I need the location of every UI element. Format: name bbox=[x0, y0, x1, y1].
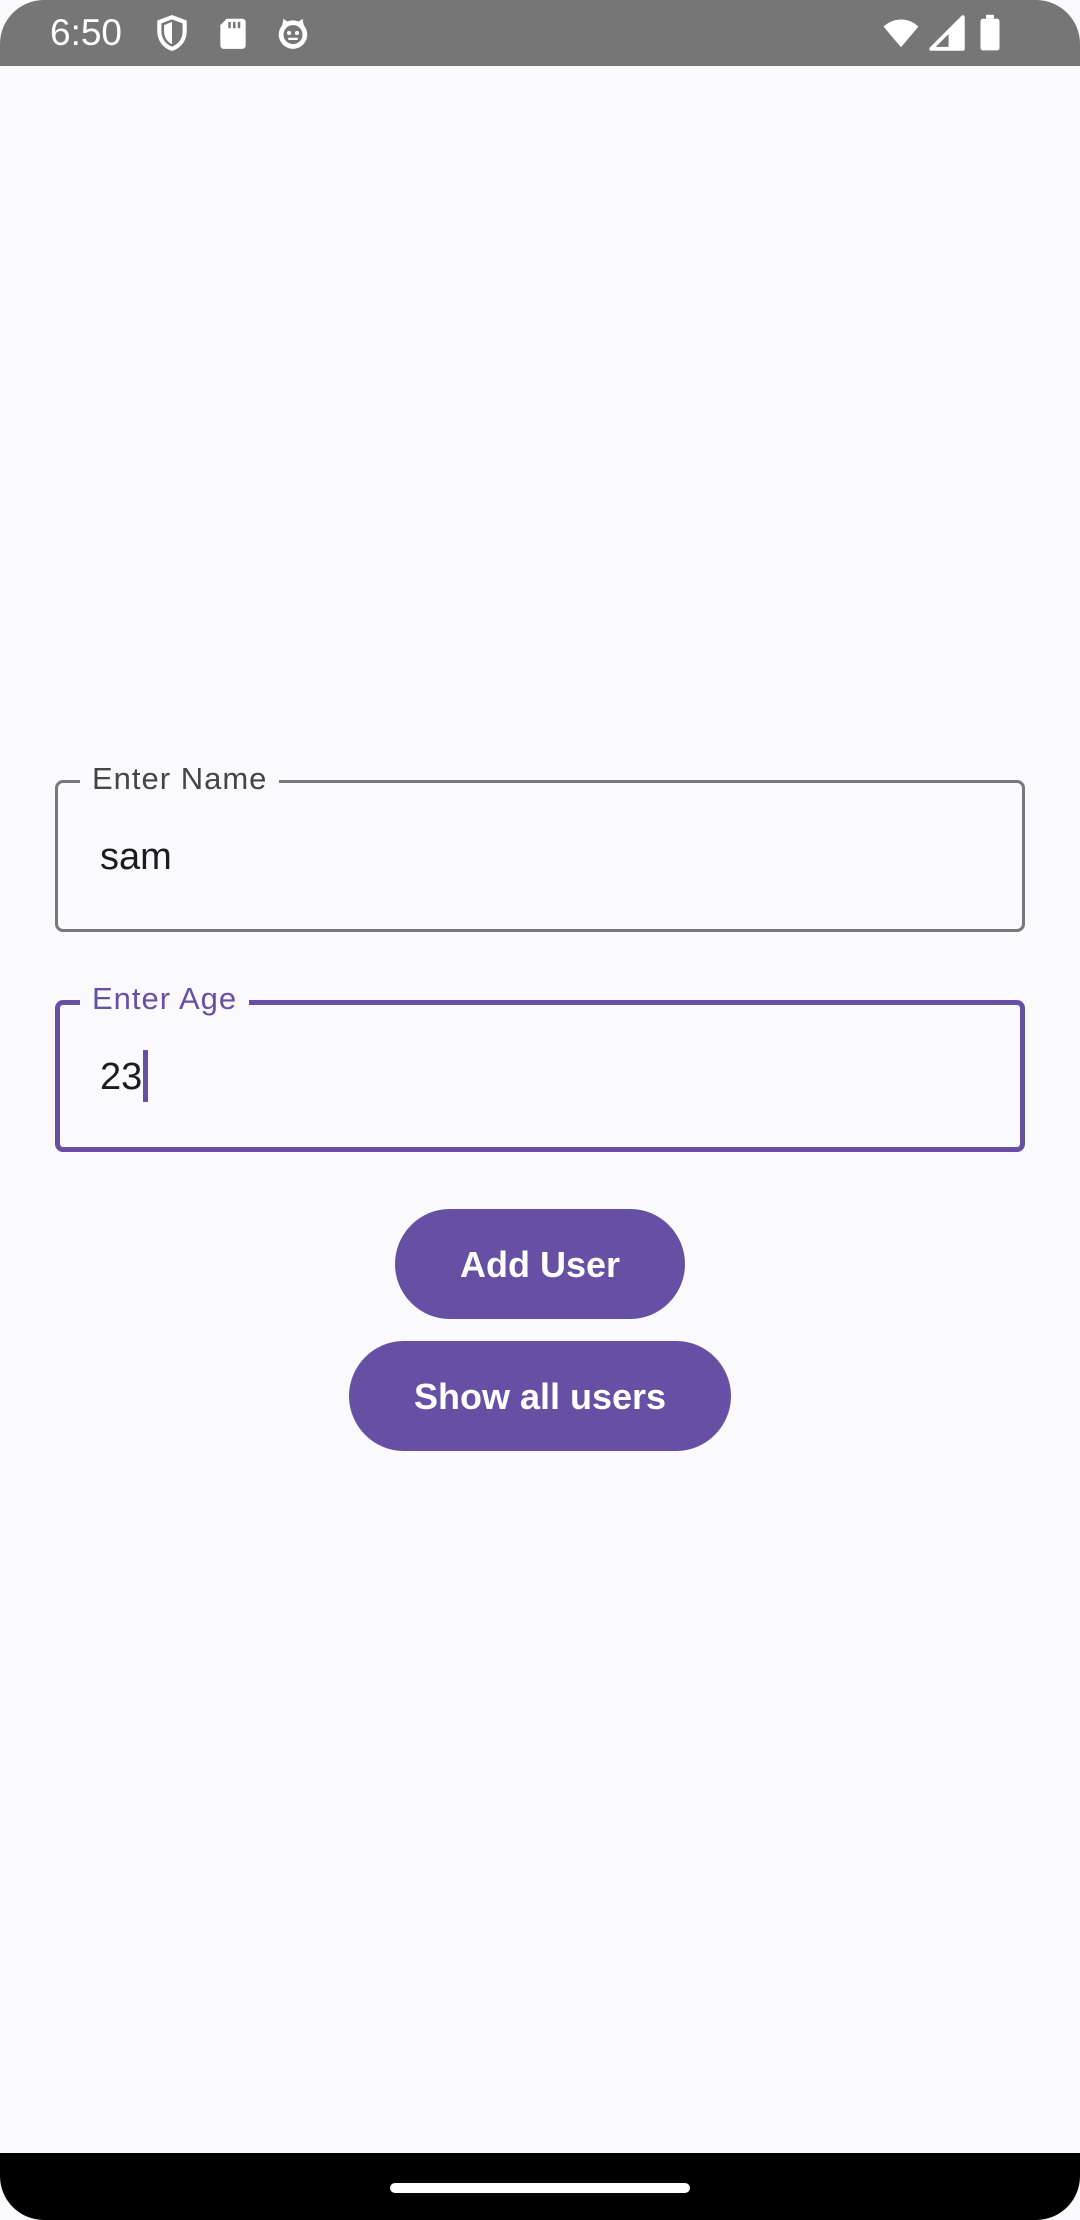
age-field-value-wrap: 23 bbox=[100, 1050, 149, 1105]
shield-icon bbox=[153, 14, 191, 52]
name-field[interactable]: Enter Name sam bbox=[55, 759, 1025, 932]
navigation-bar bbox=[0, 2153, 1080, 2220]
name-field-value: sam bbox=[100, 836, 172, 878]
age-field-label: Enter Age bbox=[80, 979, 250, 1019]
sd-card-icon bbox=[214, 14, 252, 52]
status-time: 6:50 bbox=[50, 12, 123, 53]
text-cursor bbox=[143, 1050, 149, 1102]
cat-face-icon bbox=[274, 14, 312, 52]
home-handle[interactable] bbox=[390, 2183, 690, 2193]
age-field-value: 23 bbox=[100, 1056, 143, 1099]
show-all-users-button[interactable]: Show all users bbox=[349, 1341, 731, 1451]
add-user-button[interactable]: Add User bbox=[395, 1209, 685, 1319]
name-field-label: Enter Name bbox=[80, 759, 280, 799]
age-field[interactable]: Enter Age 23 bbox=[55, 979, 1025, 1152]
wifi-icon bbox=[880, 14, 922, 52]
cellular-signal-icon bbox=[928, 14, 966, 52]
app-screen: 6:50 Enter Name sam Enter Age 23 Add Use… bbox=[0, 0, 1080, 2220]
status-bar: 6:50 bbox=[0, 0, 1080, 66]
battery-icon bbox=[976, 14, 1004, 52]
